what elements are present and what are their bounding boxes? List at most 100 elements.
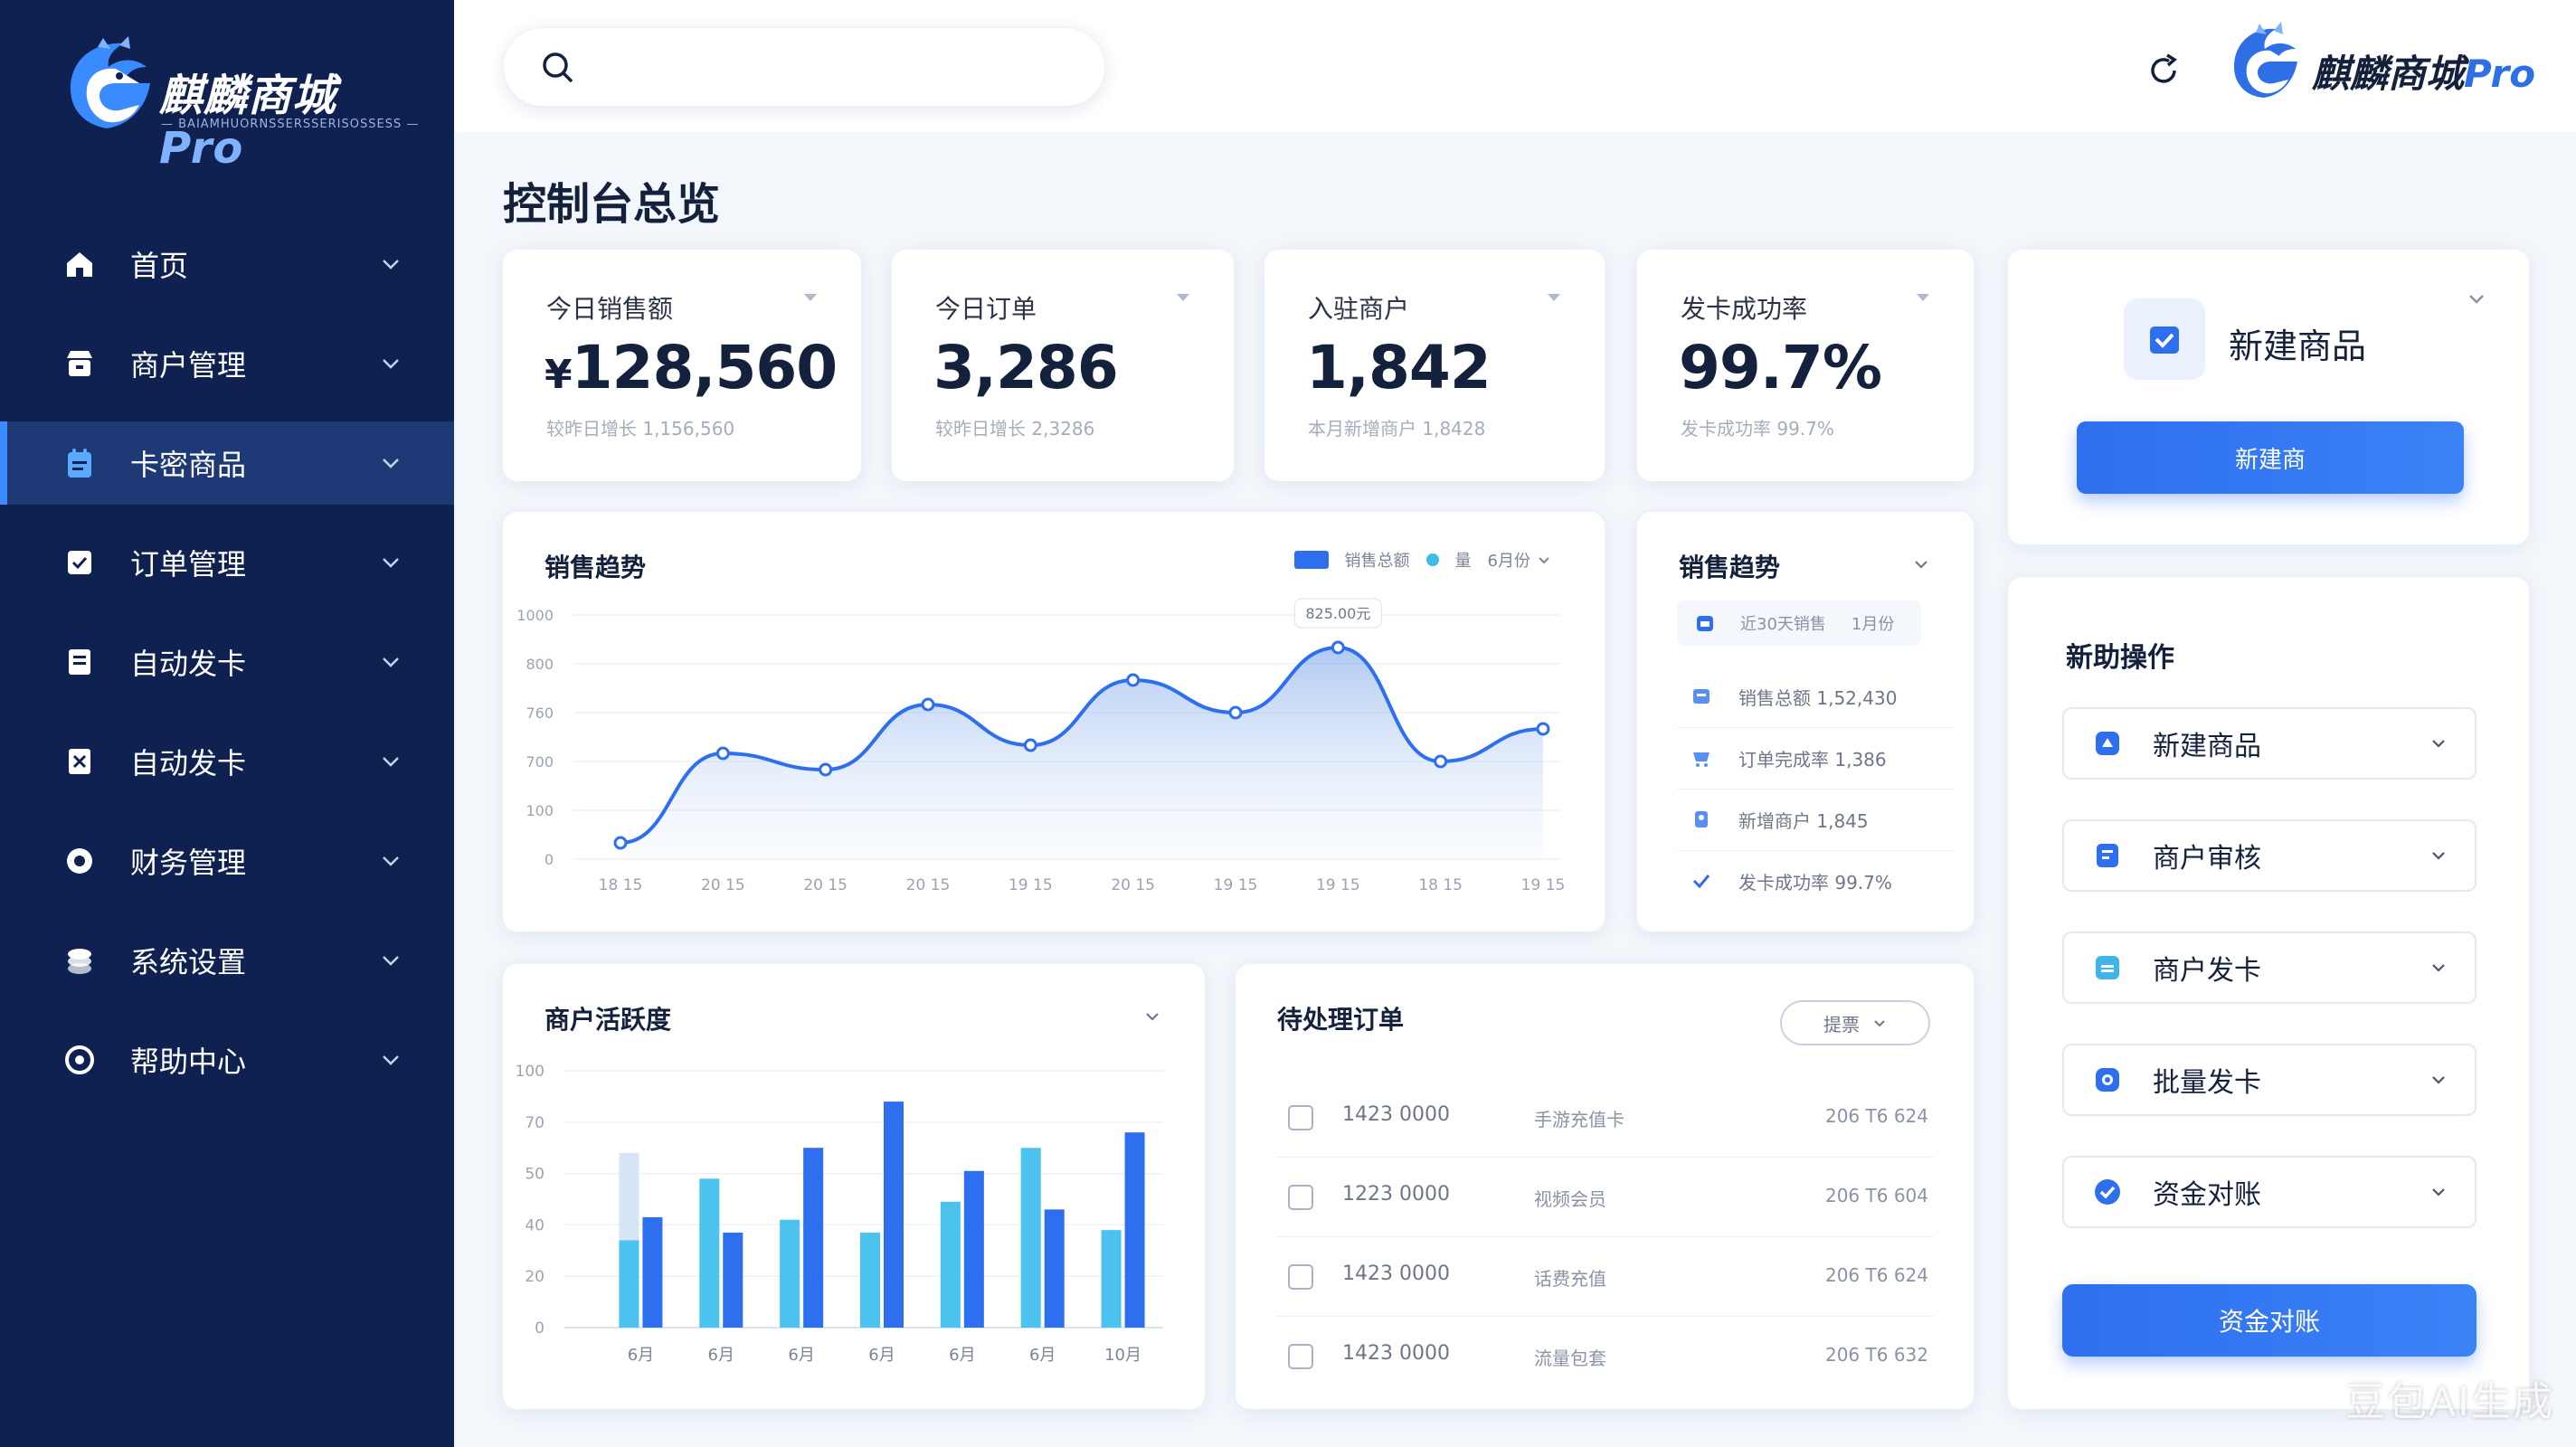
- x-tick-label: 20 15: [906, 876, 951, 894]
- row-checkbox[interactable]: [1288, 1185, 1313, 1210]
- bar: [1124, 1132, 1145, 1328]
- sidebar-item-help[interactable]: 帮助中心: [0, 1018, 454, 1102]
- y-tick-label: 70: [525, 1114, 545, 1132]
- sidebar-item-settings[interactable]: 系统设置: [0, 919, 454, 1002]
- quick-action-reconcile[interactable]: 资金对账: [2062, 1156, 2477, 1228]
- y-tick-label: 0: [545, 851, 554, 868]
- trend-row-text: 发卡成功率 99.7%: [1738, 871, 1892, 894]
- stat-card-orders[interactable]: 今日订单 3,286 较昨日增长 2,3286: [892, 250, 1234, 481]
- trend-title: 销售趋势: [1679, 553, 1781, 582]
- trend-row-text: 订单完成率 1,386: [1738, 748, 1887, 771]
- quick-action-label: 商户审核: [2153, 843, 2261, 875]
- bar: [780, 1219, 800, 1328]
- order-product: 手游充值卡: [1534, 1109, 1624, 1130]
- bar: [699, 1178, 720, 1328]
- sidebar-item-label: 自动发卡: [130, 746, 247, 780]
- sidebar-item-label: 订单管理: [130, 547, 247, 582]
- order-icon: [62, 544, 98, 581]
- sidebar-item-merchants[interactable]: 商户管理: [0, 322, 454, 405]
- trend-row: 新增商户 1,845: [1688, 801, 1977, 837]
- stat-value: 99.7%: [1679, 333, 1882, 402]
- order-product: 流量包套: [1534, 1348, 1606, 1369]
- sidebar-brand[interactable]: 麒麟商城Pro — BAIAMHUORNSSERSSERISOSSESS —: [52, 31, 418, 174]
- orders-filter-dropdown[interactable]: 提票: [1780, 1000, 1930, 1045]
- y-tick-label: 100: [516, 1063, 545, 1081]
- x-tick-label: 20 15: [803, 876, 848, 894]
- chevron-down-icon: [2432, 964, 2445, 972]
- pending-orders-card: 待处理订单 提票 1423 0000 手游充值卡 206 T6 624 1223…: [1236, 964, 1974, 1409]
- order-product: 话费充值: [1534, 1268, 1606, 1290]
- merchant-activity-card: 商户活跃度 0 20 40 50 70 100 6月 6月 6月 6月 6月 6月 10月: [503, 964, 1205, 1409]
- y-tick-label: 1000: [516, 607, 554, 624]
- trend-row: 发卡成功率 99.7%: [1688, 863, 1977, 899]
- bar: [803, 1148, 824, 1328]
- stat-card-success-rate[interactable]: 发卡成功率 99.7% 发卡成功率 99.7%: [1637, 250, 1974, 481]
- table-row[interactable]: 1423 0000 话费充值 206 T6 624: [1277, 1237, 1934, 1317]
- stat-subtext: 较昨日增长 1,156,560: [546, 418, 735, 440]
- sidebar-item-auto-card-2[interactable]: 自动发卡: [0, 720, 454, 803]
- quick-action-batch-issue[interactable]: 批量发卡: [2062, 1044, 2477, 1116]
- trend-row-text: 新增商户 1,845: [1738, 809, 1869, 832]
- trend-filter-pill[interactable]: 近30天销售 1月份: [1677, 601, 1921, 646]
- x-tick-label: 19 15: [1009, 876, 1053, 894]
- stat-card-merchants[interactable]: 入驻商户 1,842 本月新增商户 1,8428: [1264, 250, 1605, 481]
- store-icon: [62, 345, 98, 382]
- chevron-down-icon: [383, 956, 399, 966]
- order-id: 1423 0000: [1342, 1342, 1450, 1365]
- sidebar-item-label: 商户管理: [130, 348, 247, 383]
- quick-action-label: 商户发卡: [2153, 955, 2261, 987]
- table-row[interactable]: 1423 0000 流量包套 206 T6 632: [1277, 1317, 1934, 1396]
- row-checkbox[interactable]: [1288, 1264, 1313, 1290]
- sidebar-item-label: 系统设置: [130, 945, 247, 979]
- row-checkbox[interactable]: [1288, 1344, 1313, 1369]
- table-row[interactable]: 1223 0000 视频会员 206 T6 604: [1277, 1158, 1934, 1237]
- x-tick-label: 6月: [949, 1346, 975, 1365]
- row-checkbox[interactable]: [1288, 1105, 1313, 1130]
- sidebar-item-label: 首页: [130, 249, 189, 283]
- reconcile-icon: [2091, 1176, 2124, 1208]
- quick-action-new-product[interactable]: 新建商品: [2062, 707, 2477, 780]
- trend-row: 销售总额 1,52,430: [1688, 678, 1977, 714]
- chevron-down-icon: [383, 657, 399, 667]
- stat-card-sales[interactable]: 今日销售额 ¥128,560 较昨日增长 1,156,560: [503, 250, 861, 481]
- pending-orders-title: 待处理订单: [1277, 1005, 1405, 1035]
- x-tick-label: 6月: [708, 1346, 734, 1365]
- order-time: 206 T6 604: [1824, 1185, 1928, 1206]
- data-point: [921, 697, 935, 712]
- sidebar-item-finance[interactable]: 财务管理: [0, 819, 454, 903]
- stat-label: 今日订单: [935, 294, 1037, 324]
- filter-label: 提票: [1823, 1013, 1860, 1036]
- sidebar-item-orders[interactable]: 订单管理: [0, 521, 454, 604]
- divider: [1677, 727, 1954, 728]
- new-product-button[interactable]: 新建商: [2077, 421, 2464, 494]
- top-bar: 麒麟商城Pro: [454, 0, 2576, 132]
- heart-icon: [1177, 294, 1189, 301]
- merchant-activity-bar-chart: 0 20 40 50 70 100 6月 6月 6月 6月 6月 6月 10月: [516, 1063, 1163, 1365]
- table-row[interactable]: 1423 0000 手游充值卡 206 T6 624: [1277, 1078, 1934, 1158]
- trend-pill-right: 1月份: [1851, 615, 1895, 634]
- chevron-down-icon: [2432, 1076, 2445, 1084]
- refresh-icon[interactable]: [2144, 51, 2183, 90]
- stat-subtext: 较昨日增长 2,3286: [935, 418, 1095, 440]
- issue-card-icon: [2091, 951, 2124, 984]
- y-tick-label: 760: [526, 705, 554, 722]
- sidebar: 麒麟商城Pro — BAIAMHUORNSSERSSERISOSSESS — 首…: [0, 0, 454, 1447]
- stat-value: 3,286: [933, 333, 1119, 402]
- top-brand[interactable]: 麒麟商城Pro: [2225, 18, 2569, 118]
- quick-action-merchant-audit[interactable]: 商户审核: [2062, 819, 2477, 892]
- chevron-down-icon[interactable]: [1910, 553, 1932, 575]
- annotation-label: 825.00元: [1305, 605, 1370, 622]
- reconcile-button[interactable]: 资金对账: [2062, 1284, 2477, 1357]
- sidebar-item-card-products[interactable]: 卡密商品: [0, 421, 454, 505]
- auto-card-alt-icon: [62, 743, 98, 780]
- sidebar-item-home[interactable]: 首页: [0, 222, 454, 306]
- order-id: 1423 0000: [1342, 1263, 1450, 1285]
- quick-action-merchant-issue-card[interactable]: 商户发卡: [2062, 932, 2477, 1004]
- search-bar[interactable]: [503, 27, 1105, 107]
- sidebar-item-auto-card[interactable]: 自动发卡: [0, 620, 454, 704]
- data-point: [819, 762, 833, 777]
- x-tick-label: 19 15: [1316, 876, 1360, 894]
- quick-action-label: 批量发卡: [2153, 1067, 2261, 1099]
- chevron-down-icon[interactable]: [2464, 286, 2489, 311]
- x-tick-label: 19 15: [1214, 876, 1258, 894]
